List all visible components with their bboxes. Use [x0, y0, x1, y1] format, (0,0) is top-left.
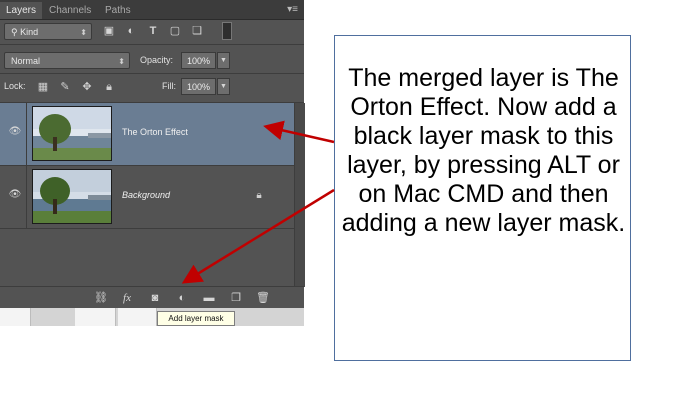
layer-name[interactable]: Background — [122, 188, 170, 202]
panel-tab-bar: Layers Channels Paths ▾≡ — [0, 0, 304, 20]
layer-name[interactable]: The Orton Effect — [122, 125, 188, 139]
smart-object-filter-icon[interactable]: ❏ — [190, 24, 204, 38]
lock-transparent-pixels-icon[interactable]: ▦ — [37, 80, 49, 94]
layers-scrollbar[interactable] — [294, 103, 305, 287]
layer-mask-icon[interactable]: ◙ — [148, 291, 162, 305]
chevron-updown-icon: ⬍ — [118, 57, 125, 66]
lock-icon: 🔒︎ — [256, 190, 262, 201]
adjustment-filter-icon[interactable]: ◐ — [124, 24, 138, 38]
divider — [26, 166, 27, 228]
landscape-thumbnail — [33, 170, 111, 223]
filter-kind-label: Kind — [20, 27, 39, 37]
instruction-callout: The merged layer is The Orton Effect. No… — [334, 35, 631, 361]
fill-label: Fill: — [162, 81, 176, 91]
instruction-text: The merged layer is The Orton Effect. No… — [341, 64, 626, 237]
layer-thumbnail-orton-effect[interactable] — [32, 106, 112, 161]
eye-icon[interactable]: 👁︎ — [8, 190, 22, 200]
lock-image-pixels-icon[interactable]: ✎ — [59, 80, 71, 94]
lock-position-icon[interactable]: ✥ — [81, 80, 93, 94]
fx-icon[interactable]: fx — [120, 291, 134, 305]
pixel-filter-icon[interactable]: ▣ — [102, 24, 116, 38]
layers-list: 👁︎ The Orton Effect 👁︎ Background 🔒︎ — [0, 102, 305, 287]
divider — [26, 103, 27, 165]
layer-row-orton-effect[interactable]: 👁︎ The Orton Effect — [0, 103, 294, 166]
opacity-dropdown-icon[interactable]: ▼ — [217, 52, 230, 69]
lock-label: Lock: — [4, 81, 26, 91]
blend-mode-select[interactable]: Normal ⬍ — [4, 52, 130, 69]
filter-toggle-switch[interactable] — [222, 22, 232, 40]
search-icon: ⚲ — [11, 27, 18, 37]
link-icon[interactable]: ⛓ — [94, 291, 108, 305]
fill-field[interactable]: 100% — [181, 78, 216, 95]
trash-icon[interactable]: 🗑︎ — [256, 291, 270, 305]
filter-kind-select[interactable]: ⚲ Kind ⬍ — [4, 23, 92, 40]
eye-icon[interactable]: 👁︎ — [8, 127, 22, 137]
divider — [0, 44, 304, 45]
shape-filter-icon[interactable]: ▢ — [168, 24, 182, 38]
layers-panel: Layers Channels Paths ▾≡ ⚲ Kind ⬍ ▣ ◐ T … — [0, 0, 305, 326]
tab-channels[interactable]: Channels — [43, 2, 97, 19]
divider — [0, 73, 304, 74]
landscape-thumbnail — [33, 107, 111, 160]
layer-thumbnail-background[interactable] — [32, 169, 112, 224]
panel-menu-icon[interactable]: ▾≡ — [287, 1, 298, 18]
tab-layers[interactable]: Layers — [0, 2, 43, 19]
chevron-updown-icon: ⬍ — [80, 28, 87, 37]
group-folder-icon[interactable]: ▬ — [202, 291, 216, 305]
layers-footer-toolbar: ⛓ fx ◙ ◐ ▬ ❐ 🗑︎ — [0, 286, 304, 309]
adjustment-layer-icon[interactable]: ◐ — [175, 291, 189, 305]
tab-paths[interactable]: Paths — [99, 2, 137, 19]
new-layer-icon[interactable]: ❐ — [229, 291, 243, 305]
lock-all-icon[interactable]: 🔒︎ — [103, 80, 115, 94]
opacity-label: Opacity: — [140, 55, 174, 65]
background-strip — [0, 308, 304, 326]
fill-dropdown-icon[interactable]: ▼ — [217, 78, 230, 95]
blend-mode-value: Normal — [11, 56, 41, 66]
layer-row-background[interactable]: 👁︎ Background 🔒︎ — [0, 166, 294, 229]
opacity-field[interactable]: 100% — [181, 52, 216, 69]
type-filter-icon[interactable]: T — [146, 24, 160, 38]
add-layer-mask-tooltip: Add layer mask — [157, 311, 235, 326]
